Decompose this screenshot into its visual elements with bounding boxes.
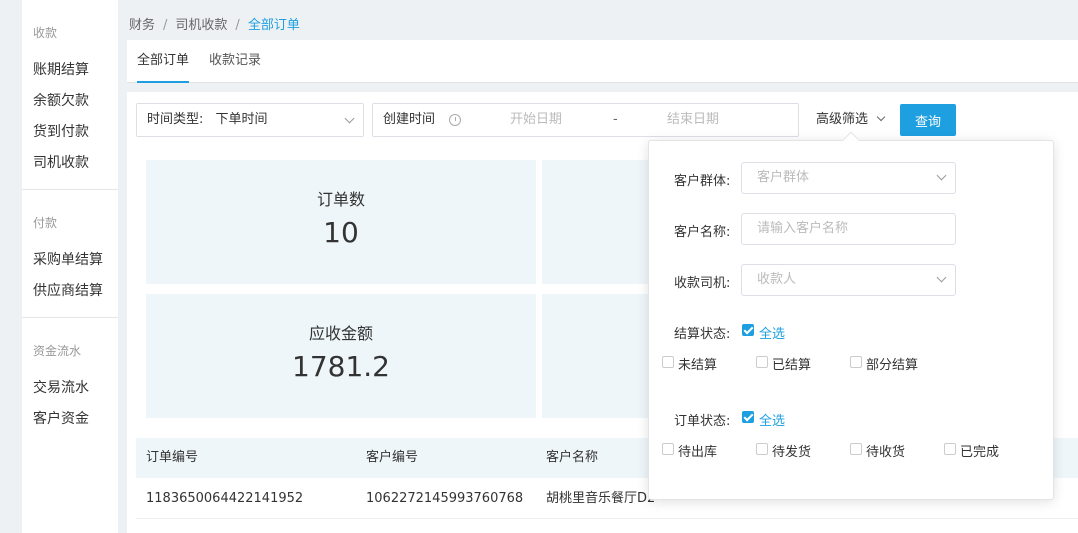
sidebar-group-cashflow: 资金流水 交易流水 客户资金: [22, 317, 118, 445]
order-pending-receive-label[interactable]: 待收货: [866, 441, 905, 460]
chevron-down-icon: [876, 112, 886, 122]
sidebar-item-driver-collection[interactable]: 司机收款: [33, 148, 118, 179]
order-pending-out-checkbox[interactable]: [662, 443, 674, 455]
driver-placeholder: 收款人: [757, 272, 797, 287]
settle-unsettled-label[interactable]: 未结算: [678, 354, 717, 373]
created-time-label: 创建时间: [383, 112, 436, 127]
order-status-label: 订单状态:: [674, 414, 731, 429]
breadcrumb-all-orders: 全部订单: [247, 18, 300, 33]
col-order-no: 订单编号: [146, 450, 199, 465]
cell-order-no: 1183650064422141952: [146, 491, 304, 506]
sidebar-group-title: 付款: [33, 216, 58, 230]
advanced-filter-label: 高级筛选: [816, 112, 869, 127]
stat-card-receivable-amount: 应收金额 1781.2: [146, 294, 536, 418]
settle-select-all-label[interactable]: 全选: [759, 323, 785, 342]
col-customer-name: 客户名称: [546, 450, 599, 465]
sidebar: 收款 账期结算 余额欠款 货到付款 司机收款 付款 采购单结算 供应商结算 资金…: [22, 0, 118, 533]
time-type-select[interactable]: 时间类型: 下单时间: [136, 103, 364, 137]
sidebar-item-customer-funds[interactable]: 客户资金: [33, 404, 118, 435]
query-button[interactable]: 查询: [900, 104, 956, 136]
breadcrumb: 财务 / 司机收款 / 全部订单: [129, 14, 300, 33]
stat-label: 订单数: [316, 190, 365, 209]
sidebar-item-purchase-settlement[interactable]: 采购单结算: [33, 245, 118, 276]
advanced-filter-popover: 客户群体: 客户群体 客户名称: 请输入客户名称 收款司机: 收款人 结算状态:…: [648, 131, 1054, 500]
chevron-down-icon: [936, 272, 947, 283]
clock-icon: [449, 114, 461, 126]
sidebar-item-transactions[interactable]: 交易流水: [33, 373, 118, 404]
customer-name-label: 客户名称:: [674, 225, 731, 240]
customer-group-label: 客户群体:: [674, 174, 731, 189]
stat-label: 应收金额: [308, 324, 373, 343]
sidebar-group-title: 收款: [33, 26, 58, 40]
settle-partial-label[interactable]: 部分结算: [866, 354, 918, 373]
start-date-input[interactable]: 开始日期: [510, 104, 562, 136]
customer-name-placeholder: 请输入客户名称: [757, 221, 849, 236]
tab-collection-records[interactable]: 收款记录: [209, 40, 261, 83]
settle-settled-label[interactable]: 已结算: [772, 354, 811, 373]
order-completed-checkbox[interactable]: [944, 443, 956, 455]
sidebar-item-supplier-settlement[interactable]: 供应商结算: [33, 276, 118, 307]
left-edge: [0, 0, 12, 533]
settle-select-all-checkbox[interactable]: [742, 324, 754, 336]
sidebar-item-account-period[interactable]: 账期结算: [33, 55, 118, 86]
order-pending-receive-checkbox[interactable]: [850, 443, 862, 455]
order-select-all-checkbox[interactable]: [742, 411, 754, 423]
range-separator: -: [613, 112, 618, 127]
cell-customer-name: 胡桃里音乐餐厅D2: [546, 491, 656, 506]
settle-status-label: 结算状态:: [674, 327, 731, 342]
sidebar-group-payments: 付款 采购单结算 供应商结算: [22, 189, 118, 317]
customer-name-input[interactable]: 请输入客户名称: [741, 213, 956, 245]
driver-select[interactable]: 收款人: [741, 264, 956, 296]
driver-label: 收款司机:: [674, 276, 731, 291]
tab-bar: 全部订单 收款记录: [127, 40, 1078, 83]
col-customer-no: 客户编号: [366, 450, 419, 465]
time-type-label: 时间类型:: [147, 112, 204, 127]
customer-group-select[interactable]: 客户群体: [741, 162, 956, 194]
end-date-input[interactable]: 结束日期: [667, 104, 719, 136]
stat-value: 1781.2: [292, 350, 390, 383]
order-select-all-label[interactable]: 全选: [759, 410, 785, 429]
cell-customer-no: 1062272145993760768: [366, 491, 524, 506]
order-completed-label[interactable]: 已完成: [960, 441, 999, 460]
breadcrumb-finance[interactable]: 财务: [129, 18, 155, 33]
chevron-down-icon: [344, 113, 355, 124]
chevron-down-icon: [936, 170, 947, 181]
sidebar-group-title: 资金流水: [33, 344, 82, 358]
stat-value: 10: [323, 216, 359, 249]
stat-card-order-count: 订单数 10: [146, 160, 536, 284]
customer-group-placeholder: 客户群体: [757, 170, 810, 185]
created-time-range[interactable]: 创建时间 开始日期 - 结束日期: [372, 103, 799, 137]
sidebar-item-cash-on-delivery[interactable]: 货到付款: [33, 117, 118, 148]
tab-all-orders[interactable]: 全部订单: [137, 40, 190, 83]
settle-settled-checkbox[interactable]: [756, 356, 768, 368]
order-pending-ship-label[interactable]: 待发货: [772, 441, 811, 460]
breadcrumb-separator: /: [163, 18, 168, 33]
sidebar-group-receivables: 收款 账期结算 余额欠款 货到付款 司机收款: [22, 0, 118, 189]
breadcrumb-driver-collection[interactable]: 司机收款: [175, 18, 227, 33]
sidebar-item-balance-arrears[interactable]: 余额欠款: [33, 86, 118, 117]
order-pending-out-label[interactable]: 待出库: [678, 441, 717, 460]
settle-partial-checkbox[interactable]: [850, 356, 862, 368]
time-type-value: 下单时间: [215, 112, 268, 127]
settle-unsettled-checkbox[interactable]: [662, 356, 674, 368]
breadcrumb-separator: /: [235, 18, 240, 33]
order-pending-ship-checkbox[interactable]: [756, 443, 768, 455]
